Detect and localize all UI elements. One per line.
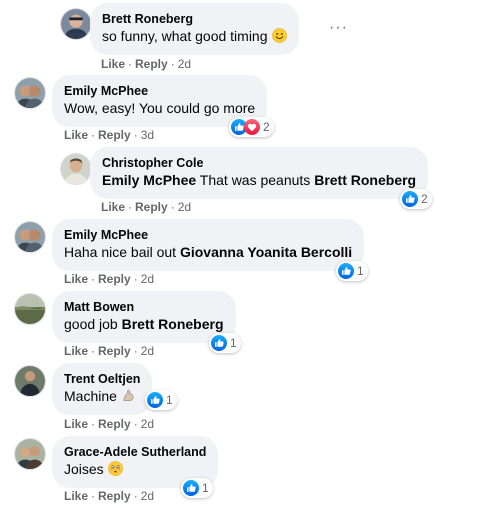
comment-author[interactable]: Matt Bowen xyxy=(64,299,224,315)
comment-actions: Like · Reply · 2d xyxy=(101,200,192,214)
comment-actions: Like · Reply · 2d xyxy=(64,272,155,286)
reaction-summary[interactable]: 1 xyxy=(145,390,177,410)
mention-tag[interactable]: Brett Roneberg xyxy=(314,172,416,188)
like-button[interactable]: Like xyxy=(64,128,88,142)
avatar[interactable] xyxy=(14,438,46,470)
like-icon xyxy=(183,480,199,496)
like-button[interactable]: Like xyxy=(64,344,88,358)
timestamp[interactable]: 2d xyxy=(141,272,154,286)
avatar[interactable] xyxy=(14,293,46,325)
reply-button[interactable]: Reply xyxy=(98,417,131,431)
reply-button[interactable]: Reply xyxy=(98,489,131,503)
reaction-summary[interactable]: 1 xyxy=(209,333,241,353)
comment-actions: Like · Reply · 2d xyxy=(64,344,155,358)
mention-tag[interactable]: Emily McPhee xyxy=(102,172,196,188)
timestamp[interactable]: 2d xyxy=(178,200,191,214)
mention-tag[interactable]: Brett Roneberg xyxy=(122,316,224,332)
reaction-summary[interactable]: 1 xyxy=(336,261,368,281)
comment-text: Emily McPhee That was peanuts Brett Rone… xyxy=(102,172,417,188)
like-button[interactable]: Like xyxy=(101,200,125,214)
reply-button[interactable]: Reply xyxy=(135,200,168,214)
flushed-face-emoji-icon xyxy=(108,461,123,476)
reaction-count: 1 xyxy=(166,393,173,407)
timestamp[interactable]: 2d xyxy=(141,344,154,358)
comment-actions: Like · Reply · 2d xyxy=(64,489,155,503)
comment-author[interactable]: Emily McPhee xyxy=(64,83,255,99)
mention-tag[interactable]: Giovanna Yoanita Bercolli xyxy=(180,244,352,260)
timestamp[interactable]: 2d xyxy=(141,417,154,431)
comment-bubble: Matt Bowen good job Brett Roneberg xyxy=(52,291,236,343)
comment-emily-mcphee-2: Emily McPhee Haha nice bail out Giovanna… xyxy=(0,216,492,288)
flexed-arm-emoji-icon xyxy=(123,389,134,401)
reply-button[interactable]: Reply xyxy=(98,128,131,142)
comment-trent-oeltjen: Trent Oeltjen Machine 1 Like · Reply · 2d xyxy=(0,360,492,432)
like-icon xyxy=(211,335,227,351)
avatar[interactable] xyxy=(60,8,92,40)
reaction-summary[interactable]: 2 xyxy=(400,189,432,209)
like-button[interactable]: Like xyxy=(64,417,88,431)
comment-grace-adele-sutherland: Grace-Adele Sutherland Joises 1 Like · Rep… xyxy=(0,432,492,508)
comment-text: so funny, what good timing xyxy=(102,28,268,44)
comment-actions: Like · Reply · 3d xyxy=(64,128,155,142)
comment-author[interactable]: Christopher Cole xyxy=(102,155,416,171)
reaction-count: 2 xyxy=(421,192,428,206)
like-icon xyxy=(147,392,163,408)
comment-actions: Like · Reply · 2d xyxy=(64,417,155,431)
like-icon xyxy=(402,191,418,207)
timestamp[interactable]: 2d xyxy=(178,57,191,71)
like-icon xyxy=(338,263,354,279)
like-button[interactable]: Like xyxy=(64,489,88,503)
timestamp[interactable]: 3d xyxy=(141,128,154,142)
timestamp[interactable]: 2d xyxy=(141,489,154,503)
comment-actions: Like · Reply · 2d xyxy=(101,57,192,71)
reaction-count: 1 xyxy=(357,264,364,278)
comment-bubble: Emily McPhee Haha nice bail out Giovanna… xyxy=(52,219,365,271)
comment-author[interactable]: Trent Oeltjen xyxy=(64,371,140,387)
reply-button[interactable]: Reply xyxy=(98,344,131,358)
comment-bubble: Christopher Cole Emily McPhee That was p… xyxy=(90,147,429,199)
love-icon xyxy=(244,119,260,135)
avatar[interactable] xyxy=(60,153,92,185)
comment-text: Joises xyxy=(64,461,104,477)
avatar[interactable] xyxy=(14,365,46,397)
reply-button[interactable]: Reply xyxy=(98,272,131,286)
comment-author[interactable]: Emily McPhee xyxy=(64,227,352,243)
avatar[interactable] xyxy=(14,77,46,109)
reaction-summary[interactable]: 2 xyxy=(229,117,274,137)
more-options-icon[interactable]: ··· xyxy=(329,20,348,36)
reaction-count: 1 xyxy=(202,481,209,495)
comment-brett-roneberg: Brett Roneberg so funny, what good timin… xyxy=(0,0,492,72)
reaction-count: 2 xyxy=(263,120,270,134)
comment-bubble: Brett Roneberg so funny, what good timin… xyxy=(90,3,299,55)
comment-matt-bowen: Matt Bowen good job Brett Roneberg 1 Lik… xyxy=(0,288,492,360)
comment-christopher-cole: Christopher Cole Emily McPhee That was p… xyxy=(0,144,492,216)
smile-emoji-icon xyxy=(272,28,287,43)
comment-text: Machine xyxy=(64,388,117,404)
comment-bubble: Trent Oeltjen Machine xyxy=(52,363,153,415)
like-button[interactable]: Like xyxy=(101,57,125,71)
comment-text: Wow, easy! You could go more xyxy=(64,100,256,116)
comment-author[interactable]: Grace-Adele Sutherland xyxy=(64,444,206,460)
comment-text: good job Brett Roneberg xyxy=(64,316,224,332)
reply-button[interactable]: Reply xyxy=(135,57,168,71)
comment-text: Haha nice bail out Giovanna Yoanita Berc… xyxy=(64,244,353,260)
comment-emily-mcphee: Emily McPhee Wow, easy! You could go mor… xyxy=(0,72,492,144)
reaction-summary[interactable]: 1 xyxy=(181,478,213,498)
avatar[interactable] xyxy=(14,221,46,253)
reaction-count: 1 xyxy=(230,336,237,350)
comment-author[interactable]: Brett Roneberg xyxy=(102,11,287,27)
like-button[interactable]: Like xyxy=(64,272,88,286)
